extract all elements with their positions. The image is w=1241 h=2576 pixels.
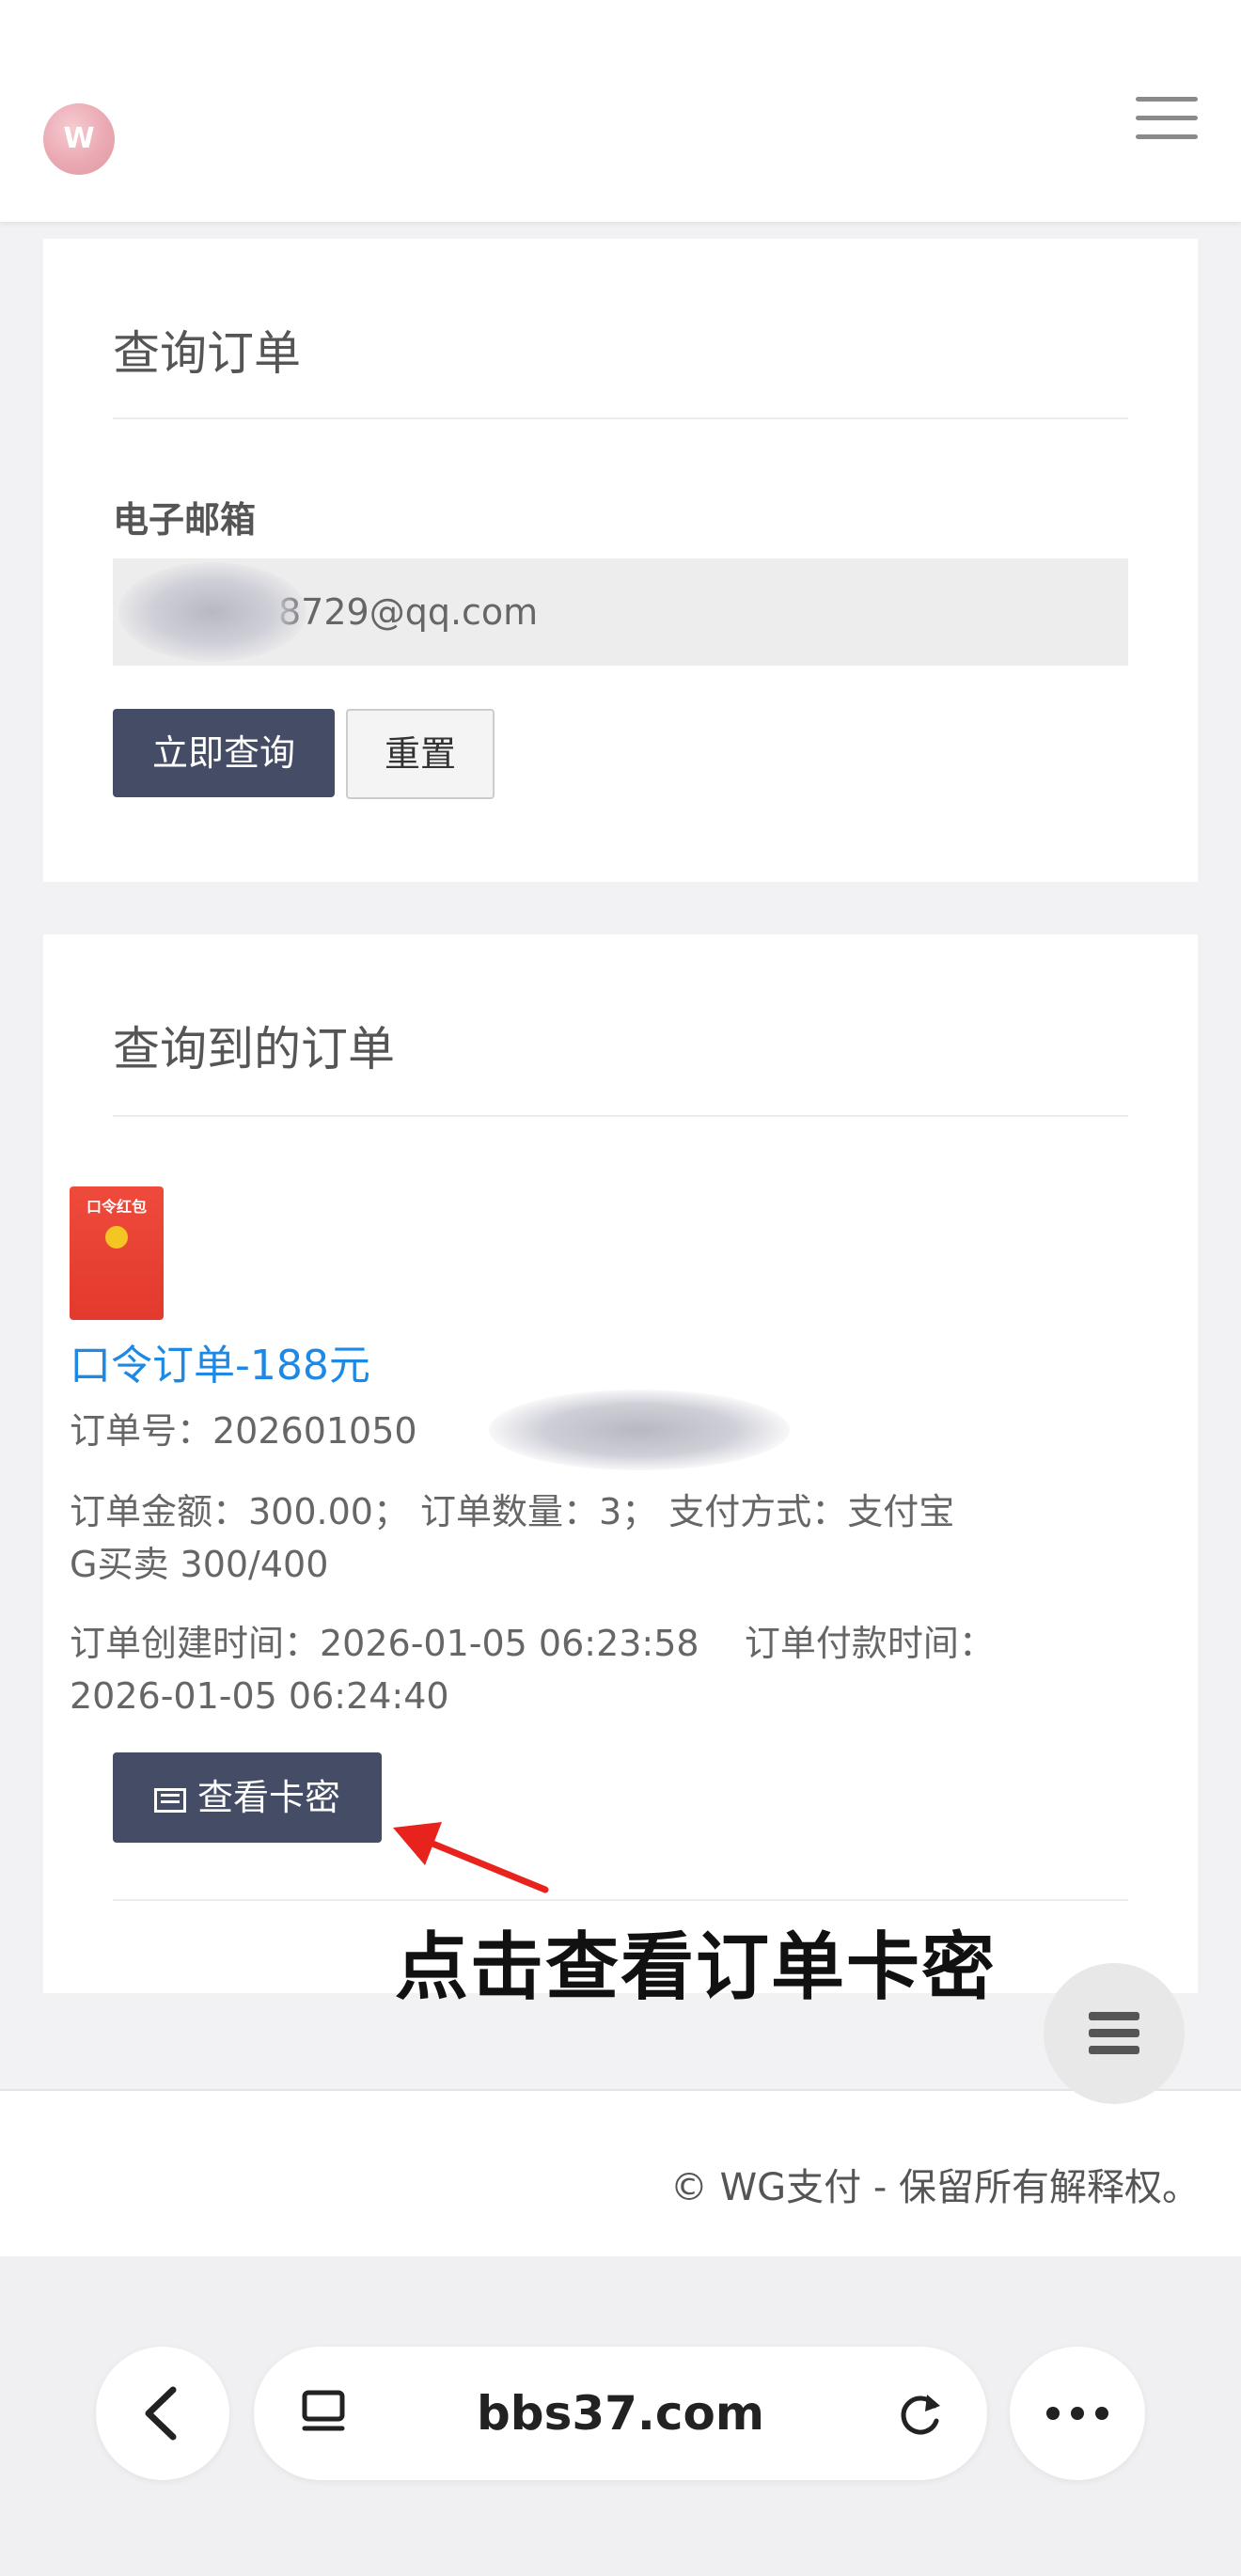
result-card-title: 查询到的订单 — [113, 1022, 395, 1076]
url-text: bbs37.com — [476, 2386, 764, 2441]
view-card-secret-button[interactable]: 查看卡密 — [113, 1752, 382, 1843]
back-button[interactable] — [96, 2347, 229, 2480]
more-dots-icon — [1046, 2407, 1108, 2420]
order-number-redaction — [489, 1390, 790, 1470]
page-footer: © WG支付 - 保留所有解释权。 — [0, 2089, 1241, 2258]
chevron-left-icon — [145, 2386, 177, 2441]
divider — [113, 417, 1128, 419]
reload-icon[interactable] — [893, 2385, 950, 2442]
email-label: 电子邮箱 — [113, 499, 257, 541]
order-product-sub: G买卖 300/400 — [70, 1544, 329, 1585]
divider — [113, 1899, 1128, 1901]
browser-toolbar: bbs37.com — [0, 2256, 1241, 2576]
order-pay-time: 2026-01-05 06:24:40 — [70, 1675, 449, 1717]
email-redaction — [118, 562, 306, 662]
divider — [113, 1115, 1128, 1117]
product-image: 口令红包 — [70, 1186, 164, 1320]
reset-button[interactable]: 重置 — [346, 709, 495, 799]
copyright-text: © WG支付 - 保留所有解释权。 — [669, 2166, 1200, 2209]
query-order-card: 查询订单 电子邮箱 立即查询 重置 — [43, 239, 1198, 882]
hamburger-menu-icon[interactable] — [1136, 97, 1198, 140]
site-header: W — [0, 0, 1241, 222]
order-create-time: 订单创建时间：2026-01-05 06:23:58 订单付款时间： — [70, 1623, 995, 1664]
view-card-secret-label: 查看卡密 — [196, 1777, 340, 1818]
order-amount-info: 订单金额：300.00； 订单数量：3； 支付方式：支付宝 — [70, 1491, 955, 1532]
address-bar[interactable]: bbs37.com — [254, 2347, 987, 2480]
card-list-icon — [153, 1788, 186, 1813]
wg-logo[interactable]: W — [43, 103, 115, 175]
floating-menu-button[interactable] — [1044, 1963, 1185, 2104]
query-now-button[interactable]: 立即查询 — [113, 709, 335, 797]
order-name-link[interactable]: 口令订单-188元 — [70, 1331, 370, 1391]
lock-icon — [105, 1226, 128, 1249]
more-options-button[interactable] — [1010, 2347, 1145, 2480]
product-image-label: 口令红包 — [86, 1198, 147, 1216]
query-card-title: 查询订单 — [113, 326, 301, 381]
logo-letter: W — [63, 122, 95, 155]
annotation-text: 点击查看订单卡密 — [395, 1925, 998, 2010]
